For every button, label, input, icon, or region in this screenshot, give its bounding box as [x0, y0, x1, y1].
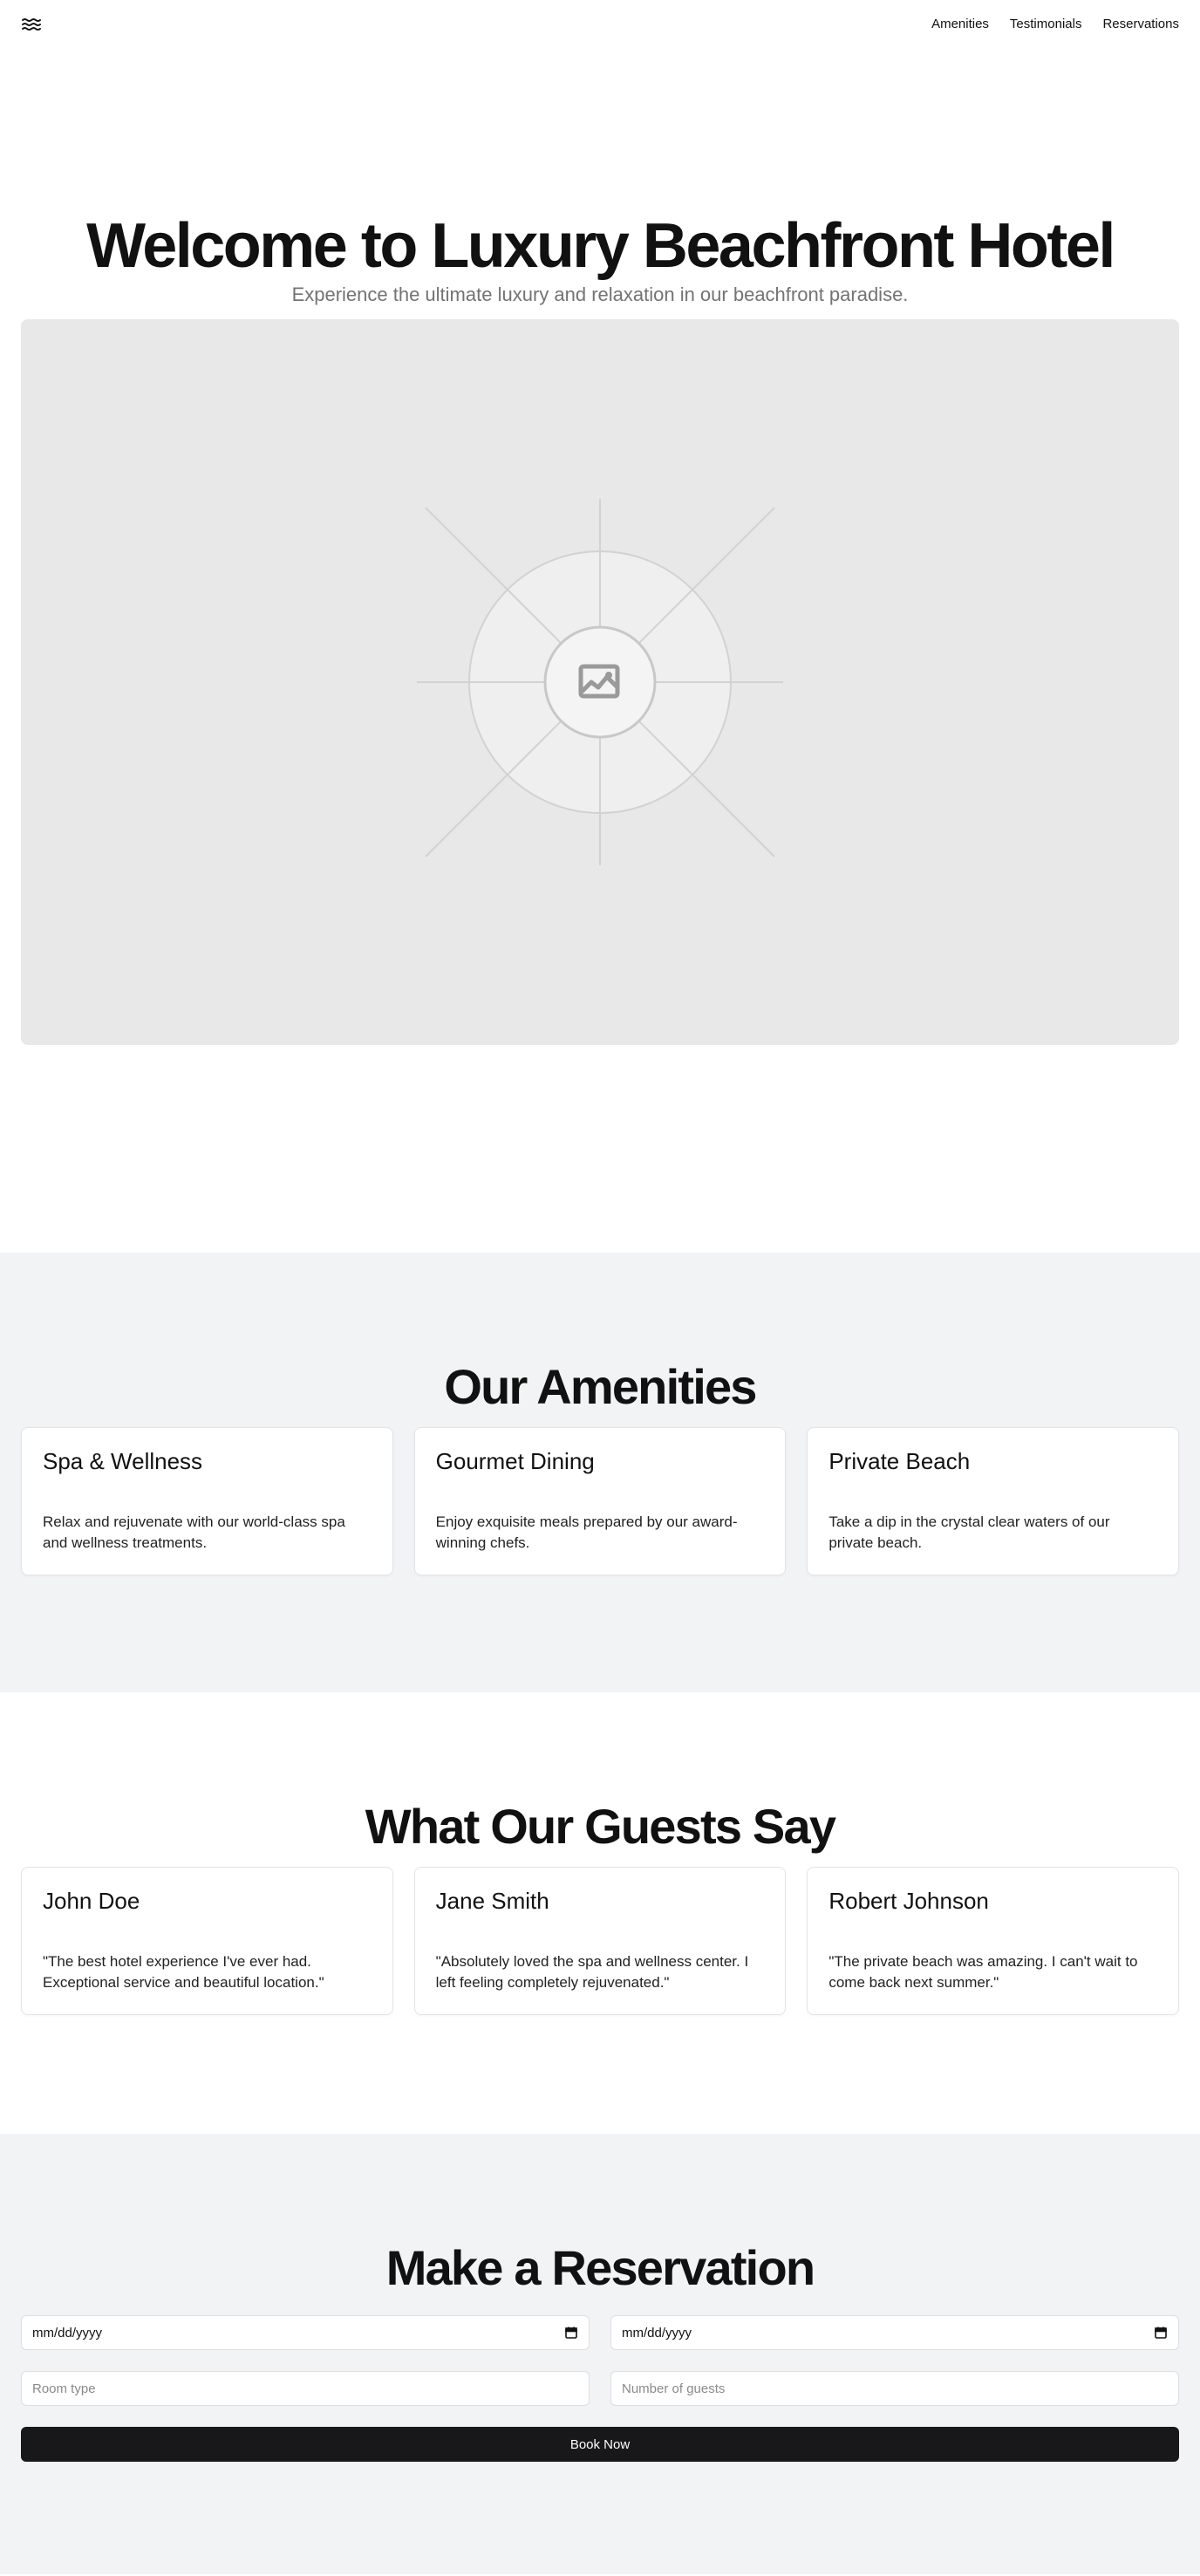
testimonial-card: Jane Smith "Absolutely loved the spa and… — [413, 1867, 787, 2015]
guests-input[interactable]: Number of guests — [610, 2371, 1179, 2406]
amenity-card-text: Take a dip in the crystal clear waters o… — [828, 1513, 1110, 1551]
testimonial-author: John Doe — [43, 1888, 140, 1914]
guests-placeholder: Number of guests — [622, 2381, 726, 2396]
amenity-card-dining: Gourmet Dining Enjoy exquisite meals pre… — [413, 1427, 787, 1575]
amenity-card-text: Enjoy exquisite meals prepared by our aw… — [435, 1513, 738, 1551]
image-placeholder-icon — [417, 499, 783, 865]
amenities-cards: Spa & Wellness Relax and rejuvenate with… — [21, 1427, 1179, 1575]
nav-link-amenities[interactable]: Amenities — [931, 16, 989, 33]
checkout-date-value: mm/dd/yyyy — [622, 2325, 692, 2340]
amenity-card-title: Gourmet Dining — [435, 1448, 595, 1474]
amenity-card-beach: Private Beach Take a dip in the crystal … — [807, 1427, 1179, 1575]
main-nav: Amenities Testimonials Reservations — [931, 16, 1179, 33]
testimonial-card: Robert Johnson "The private beach was am… — [807, 1867, 1179, 2015]
testimonial-author: Jane Smith — [435, 1888, 549, 1914]
amenity-card-spa: Spa & Wellness Relax and rejuvenate with… — [21, 1427, 393, 1575]
checkin-date-input[interactable]: mm/dd/yyyy — [21, 2315, 590, 2350]
testimonial-card: John Doe "The best hotel experience I've… — [21, 1867, 393, 2015]
nav-link-reservations[interactable]: Reservations — [1102, 16, 1179, 33]
amenity-card-text: Relax and rejuvenate with our world-clas… — [43, 1513, 345, 1551]
testimonials-title: What Our Guests Say — [365, 1799, 836, 1854]
hero-section: Welcome to Luxury Beachfront Hotel Exper… — [0, 49, 1200, 1253]
testimonial-quote: "The best hotel experience I've ever had… — [43, 1953, 324, 1991]
details-row: Room type Number of guests — [21, 2371, 1179, 2406]
reservation-form: mm/dd/yyyy mm/dd/yyyy Room type Number o… — [21, 2315, 1179, 2462]
reservation-title: Make a Reservation — [385, 2240, 815, 2295]
testimonial-author: Robert Johnson — [828, 1888, 989, 1914]
site-header: Amenities Testimonials Reservations — [0, 0, 1200, 49]
testimonial-cards: John Doe "The best hotel experience I've… — [21, 1867, 1179, 2015]
amenities-section: Our Amenities Spa & Wellness Relax and r… — [0, 1253, 1200, 1692]
book-now-button[interactable]: Book Now — [21, 2427, 1179, 2462]
waves-icon[interactable] — [21, 16, 42, 33]
room-type-input[interactable]: Room type — [21, 2371, 590, 2406]
calendar-icon[interactable] — [564, 2326, 578, 2340]
date-row: mm/dd/yyyy mm/dd/yyyy — [21, 2315, 1179, 2350]
reservation-section: Make a Reservation mm/dd/yyyy mm/dd/yyyy — [0, 2134, 1200, 2574]
hero-subtitle: Experience the ultimate luxury and relax… — [291, 284, 909, 305]
checkin-date-value: mm/dd/yyyy — [32, 2325, 103, 2340]
amenity-card-title: Private Beach — [828, 1448, 971, 1474]
room-type-placeholder: Room type — [32, 2381, 96, 2396]
hero-title: Welcome to Luxury Beachfront Hotel — [86, 211, 1115, 281]
amenities-title: Our Amenities — [444, 1359, 757, 1414]
testimonial-quote: "Absolutely loved the spa and wellness c… — [435, 1953, 749, 1991]
calendar-icon[interactable] — [1154, 2326, 1168, 2340]
hero-image — [21, 319, 1179, 1045]
testimonials-section: What Our Guests Say John Doe "The best h… — [0, 1692, 1200, 2134]
nav-link-testimonials[interactable]: Testimonials — [1010, 16, 1082, 33]
checkout-date-input[interactable]: mm/dd/yyyy — [610, 2315, 1179, 2350]
amenity-card-title: Spa & Wellness — [43, 1448, 203, 1474]
testimonial-quote: "The private beach was amazing. I can't … — [828, 1953, 1138, 1991]
